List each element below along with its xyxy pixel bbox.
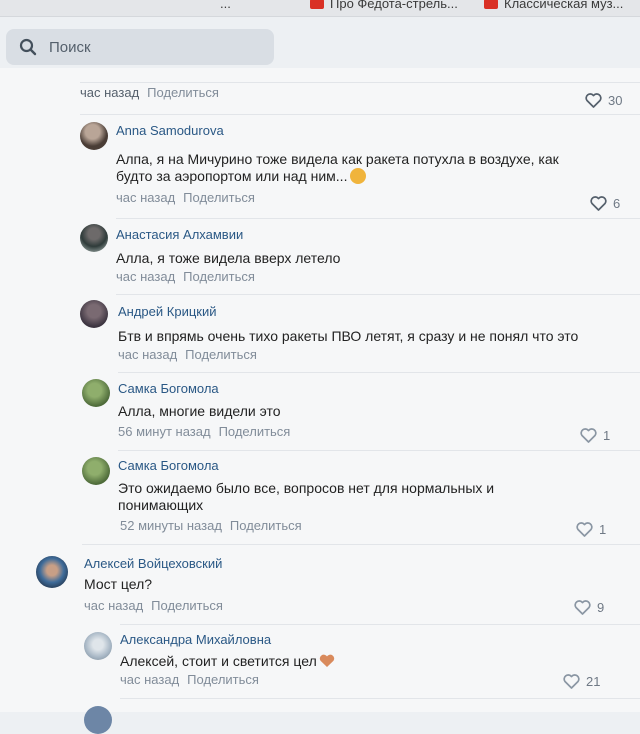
comment-meta: час назад Поделиться <box>116 269 255 284</box>
avatar[interactable] <box>82 379 110 407</box>
comments-feed: час назад Поделиться 30 Anna Samodurova А… <box>0 68 640 734</box>
share-link[interactable]: Поделиться <box>183 190 255 205</box>
comment-author[interactable]: Александра Михайловна <box>120 632 271 647</box>
share-link[interactable]: Поделиться <box>187 672 259 687</box>
search-input[interactable] <box>47 37 251 57</box>
divider <box>116 294 640 295</box>
comment-meta: час назад Поделиться <box>120 672 259 687</box>
avatar[interactable] <box>80 300 108 328</box>
comment-line: будто за аэропортом или над ним... <box>116 168 348 184</box>
avatar[interactable] <box>80 224 108 252</box>
like-button[interactable]: 9 <box>574 600 604 615</box>
comment-author[interactable]: Анастасия Алхамвии <box>116 227 243 242</box>
comment-time[interactable]: час назад <box>120 672 179 687</box>
avatar[interactable] <box>80 122 108 150</box>
search-icon <box>17 36 39 58</box>
like-count: 1 <box>603 428 611 443</box>
comment-author[interactable]: Anna Samodurova <box>116 123 224 138</box>
share-link[interactable]: Поделиться <box>185 347 257 362</box>
bookmarks-bar: ... Про Федота-стрель... Классическая му… <box>0 0 640 17</box>
like-count: 6 <box>613 196 621 211</box>
comment-author[interactable]: Алексей Войцеховский <box>84 556 222 571</box>
youtube-icon <box>310 0 324 9</box>
like-button[interactable]: 1 <box>580 428 610 443</box>
like-button[interactable]: 21 <box>563 674 600 689</box>
comment-line: Алла, многие видели это <box>118 403 281 419</box>
comment-text: Алла, я тоже видела вверх летело <box>116 250 340 267</box>
comment-author[interactable]: Самка Богомола <box>118 458 219 473</box>
divider <box>120 624 640 625</box>
comment-meta: час назад Поделиться <box>80 85 219 100</box>
divider <box>80 82 640 83</box>
share-link[interactable]: Поделиться <box>219 424 291 439</box>
comment-line: Алла, я тоже видела вверх летело <box>116 250 341 266</box>
avatar[interactable] <box>36 556 68 588</box>
like-count: 1 <box>599 522 607 537</box>
comment-line: Бтв и впрямь очень тихо ракеты ПВО летят… <box>118 328 579 344</box>
comment-line: Алпа, я на Мичурино тоже видела как раке… <box>116 151 559 167</box>
divider <box>118 372 640 373</box>
heart-icon <box>590 196 607 211</box>
comment-time[interactable]: час назад <box>118 347 177 362</box>
divider <box>82 544 640 545</box>
share-link[interactable]: Поделиться <box>230 518 302 533</box>
comment-meta: час назад Поделиться <box>84 598 223 613</box>
divider <box>118 450 640 451</box>
heart-icon <box>580 428 597 443</box>
share-link[interactable]: Поделиться <box>147 85 219 100</box>
search-box[interactable] <box>6 29 274 65</box>
comment-meta: 52 минуты назад Поделиться <box>120 518 302 533</box>
share-link[interactable]: Поделиться <box>183 269 255 284</box>
heart-icon <box>574 600 591 615</box>
share-link[interactable]: Поделиться <box>151 598 223 613</box>
comment-text: Алексей, стоит и светится цел <box>120 653 335 672</box>
comment-time[interactable]: час назад <box>116 190 175 205</box>
comment-text: Алла, многие видели это <box>118 403 281 420</box>
like-button[interactable]: 30 <box>585 93 622 108</box>
bookmark-label: Про Федота-стрель... <box>330 0 458 11</box>
comment-line: понимающих <box>118 497 204 513</box>
heart-icon <box>563 674 580 689</box>
divider <box>80 114 640 115</box>
like-count: 9 <box>597 600 605 615</box>
comment-meta: час назад Поделиться <box>116 190 255 205</box>
avatar[interactable] <box>82 457 110 485</box>
comment-author[interactable]: Самка Богомола <box>118 381 219 396</box>
comment-author[interactable]: Андрей Крицкий <box>118 304 217 319</box>
like-button[interactable]: 6 <box>590 196 620 211</box>
avatar[interactable] <box>84 632 112 660</box>
comment-time[interactable]: 56 минут назад <box>118 424 211 439</box>
comment-text: Алпа, я на Мичурино тоже видела как раке… <box>116 151 559 185</box>
bookmark-item[interactable]: ... <box>220 0 231 11</box>
youtube-icon <box>484 0 498 9</box>
comment-line: Это ожидаемо было все, вопросов нет для … <box>118 480 495 496</box>
heart-icon <box>576 522 593 537</box>
comment-line: Алексей, стоит и светится цел <box>120 653 317 669</box>
divider <box>120 698 640 699</box>
comment-meta: час назад Поделиться <box>118 347 257 362</box>
comment-text: Это ожидаемо было все, вопросов нет для … <box>118 480 494 514</box>
comment-meta: 56 минут назад Поделиться <box>118 424 290 439</box>
comment-time[interactable]: 52 минуты назад <box>120 518 222 533</box>
avatar[interactable] <box>84 706 112 734</box>
comment-text: Бтв и впрямь очень тихо ракеты ПВО летят… <box>118 328 578 345</box>
divider <box>116 218 640 219</box>
bookmark-label: Классическая муз... <box>504 0 624 11</box>
comment-time[interactable]: час назад <box>116 269 175 284</box>
bookmark-label: ... <box>220 0 231 11</box>
comment-text: Мост цел? <box>84 576 152 593</box>
heart-icon <box>585 93 602 108</box>
orange-heart-emoji <box>319 654 335 672</box>
bookmark-item[interactable]: Про Федота-стрель... <box>310 0 458 11</box>
like-count: 30 <box>608 93 623 108</box>
comment-line: Мост цел? <box>84 576 153 592</box>
comment-time[interactable]: час назад <box>84 598 143 613</box>
comment-time[interactable]: час назад <box>80 85 139 100</box>
astonished-face-emoji <box>350 168 367 184</box>
bookmark-item[interactable]: Классическая муз... <box>484 0 623 11</box>
like-count: 21 <box>586 674 601 689</box>
like-button[interactable]: 1 <box>576 522 606 537</box>
